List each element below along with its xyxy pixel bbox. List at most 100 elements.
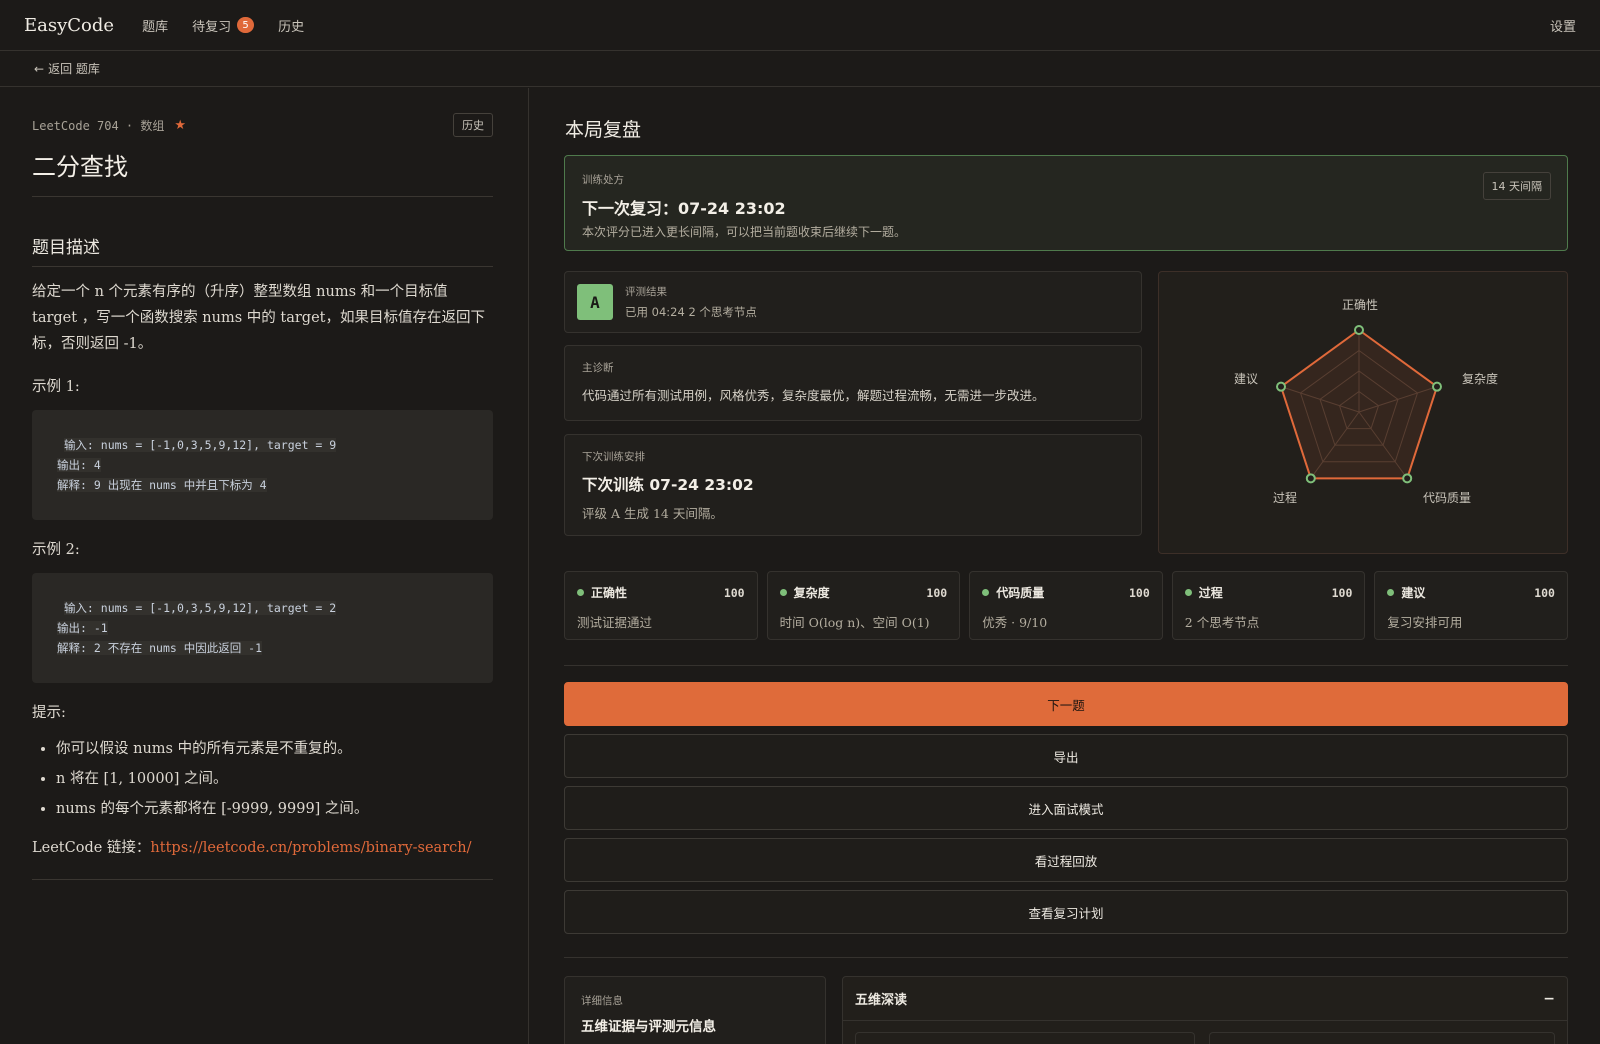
radar-point xyxy=(1402,473,1413,484)
example-explain: 解释: 2 不存在 nums 中因此返回 -1 xyxy=(57,641,263,655)
deep-read-subcard xyxy=(855,1032,1195,1044)
dimension-sub: 复习安排可用 xyxy=(1387,615,1463,630)
radar-label-code-quality: 代码质量 xyxy=(1423,491,1472,505)
interview-mode-button[interactable]: 进入面试模式 xyxy=(564,786,1568,830)
divider xyxy=(564,665,1568,666)
review-panel: 本局复盘 训练处方 下一次复习：07-24 23:02 本次评分已进入更长间隔，… xyxy=(530,88,1600,1044)
example-explain: 解释: 9 出现在 nums 中并且下标为 4 xyxy=(57,478,267,492)
problem-panel: LeetCode 704 · 数组 ★ 历史 二分查找 题目描述 给定一个 n … xyxy=(0,88,529,1044)
diagnosis-card: 主诊断 代码通过所有测试用例，风格优秀，复杂度最优，解题过程流畅，无需进一步改进… xyxy=(564,345,1142,421)
deep-read-title: 五维深读 xyxy=(855,993,908,1008)
dimension-name: 过程 xyxy=(1198,586,1223,600)
training-prescription-card: 训练处方 下一次复习：07-24 23:02 本次评分已进入更长间隔，可以把当前… xyxy=(564,155,1568,251)
radar-label-process: 过程 xyxy=(1273,491,1298,505)
review-plan-button[interactable]: 查看复习计划 xyxy=(564,890,1568,934)
diagnosis-label: 主诊断 xyxy=(582,362,614,374)
problem-meta-row: LeetCode 704 · 数组 ★ 历史 xyxy=(32,113,493,137)
detail-info-card: 详细信息 五维证据与评测元信息 xyxy=(564,976,826,1044)
back-to-bank-link[interactable]: ← 返回 题库 xyxy=(34,60,100,77)
radar-chart xyxy=(1276,325,1442,484)
arrow-left-icon: ← xyxy=(34,61,45,76)
status-dot xyxy=(1387,589,1395,596)
review-heading: 本局复盘 xyxy=(565,119,642,141)
process-replay-button[interactable]: 看过程回放 xyxy=(564,838,1568,882)
radar-point xyxy=(1276,381,1287,392)
prescription-subtitle: 本次评分已进入更长间隔，可以把当前题收束后继续下一题。 xyxy=(582,225,907,239)
dimension-name: 建议 xyxy=(1401,586,1426,600)
export-button[interactable]: 导出 xyxy=(564,734,1568,778)
tips-label: 提示: xyxy=(32,705,66,721)
problem-description: 给定一个 n 个元素有序的（升序）整型数组 nums 和一个目标值 target… xyxy=(32,284,485,352)
leetcode-link[interactable]: https://leetcode.cn/problems/binary-sear… xyxy=(150,840,471,856)
result-sub: 已用 04:24 2 个思考节点 xyxy=(625,305,757,319)
dimension-score: 100 xyxy=(723,585,745,600)
dimension-score: 100 xyxy=(1129,585,1150,600)
next-title: 下次训练 07-24 23:02 xyxy=(582,476,754,494)
grade-badge: A xyxy=(577,284,613,320)
dimension-card: 代码质量 100 优秀 · 9/10 xyxy=(969,571,1163,640)
interval-badge: 14 天间隔 xyxy=(1482,172,1551,200)
radar-label-complexity: 复杂度 xyxy=(1462,372,1499,386)
status-dot xyxy=(577,589,584,596)
result-label: 评测结果 xyxy=(625,286,667,298)
example-label: 示例 2: xyxy=(32,542,80,558)
star-icon[interactable]: ★ xyxy=(174,118,186,133)
nav-pending-review[interactable]: 待复习 5 xyxy=(192,16,255,35)
example-input: 输入: nums = [-1,0,3,5,9,12], target = 2 xyxy=(63,601,337,615)
dimension-sub: 时间 O(log n)、空间 O(1) xyxy=(779,615,930,630)
dimension-card: 正确性 100 测试证据通过 xyxy=(564,571,758,640)
dimension-card: 过程 100 2 个思考节点 xyxy=(1171,571,1366,640)
history-button[interactable]: 历史 xyxy=(453,113,493,137)
next-review-title: 下一次复习：07-24 23:02 xyxy=(582,199,786,218)
radar-label-suggestion: 建议 xyxy=(1234,372,1259,386)
example-label: 示例 1: xyxy=(32,379,80,395)
tip-item: n 将在 [1, 10000] 之间。 xyxy=(56,764,493,794)
nav-problem-bank[interactable]: 题库 xyxy=(142,16,168,35)
detail-title: 五维证据与评测元信息 xyxy=(581,1019,716,1035)
status-dot xyxy=(779,589,787,596)
deep-read-subcard xyxy=(1209,1032,1555,1044)
collapse-icon[interactable]: − xyxy=(1543,991,1555,1007)
nav-history[interactable]: 历史 xyxy=(278,16,304,35)
leetcode-link-row: LeetCode 链接：https://leetcode.cn/problems… xyxy=(32,836,493,880)
radar-point xyxy=(1354,325,1364,335)
problem-meta: LeetCode 704 · 数组 xyxy=(32,118,165,133)
settings-link[interactable]: 设置 xyxy=(1550,16,1576,35)
problem-title: 二分查找 xyxy=(32,147,493,197)
breadcrumb-bar: ← 返回 题库 xyxy=(0,51,1600,87)
tip-item: 你可以假设 nums 中的所有元素是不重复的。 xyxy=(56,734,493,764)
deep-read-card: 五维深读 − xyxy=(842,976,1568,1044)
radar-label-correctness: 正确性 xyxy=(1342,298,1379,312)
dimension-scores: 正确性 100 测试证据通过 复杂度 100 时间 O(log n)、空间 O(1)… xyxy=(564,571,1568,640)
tips-list: 你可以假设 nums 中的所有元素是不重复的。 n 将在 [1, 10000] … xyxy=(32,734,493,824)
next-training-card: 下次训练安排 下次训练 07-24 23:02 评级 A 生成 14 天间隔。 xyxy=(564,434,1142,536)
dimension-name: 代码质量 xyxy=(996,586,1045,600)
dimension-name: 正确性 xyxy=(591,586,628,600)
dimension-sub: 优秀 · 9/10 xyxy=(982,615,1048,630)
next-sub: 评级 A 生成 14 天间隔。 xyxy=(582,506,723,521)
dimension-score: 100 xyxy=(926,585,948,600)
dimension-card: 复杂度 100 时间 O(log n)、空间 O(1) xyxy=(766,571,961,640)
example-output: 输出: 4 xyxy=(57,458,101,472)
status-dot xyxy=(1184,589,1192,596)
divider xyxy=(564,957,1568,958)
link-label: LeetCode 链接： xyxy=(32,840,151,856)
example-code-block: 输入: nums = [-1,0,3,5,9,12], target = 9 输… xyxy=(32,410,493,520)
prescription-label: 训练处方 xyxy=(582,174,624,186)
pending-count-badge: 5 xyxy=(237,17,255,33)
dimension-sub: 测试证据通过 xyxy=(577,615,653,630)
dimension-card: 建议 100 复习安排可用 xyxy=(1374,571,1568,640)
next-problem-button[interactable]: 下一题 xyxy=(564,682,1568,726)
radar-card: 正确性 复杂度 代码质量 过程 建议 xyxy=(1158,271,1568,554)
nav-label: 题库 xyxy=(142,19,169,35)
brand-logo[interactable]: EasyCode xyxy=(24,15,114,36)
diagnosis-text: 代码通过所有测试用例，风格优秀，复杂度最优，解题过程流畅，无需进一步改进。 xyxy=(582,388,1045,403)
dimension-score: 100 xyxy=(1534,585,1555,600)
radar-point xyxy=(1305,473,1316,484)
example-output: 输出: -1 xyxy=(57,621,108,635)
status-dot xyxy=(982,589,990,596)
deep-read-header[interactable]: 五维深读 − xyxy=(843,977,1567,1021)
nav-label: 待复习 xyxy=(192,19,232,35)
dimension-score: 100 xyxy=(1331,585,1353,600)
dimension-sub: 2 个思考节点 xyxy=(1184,615,1260,630)
